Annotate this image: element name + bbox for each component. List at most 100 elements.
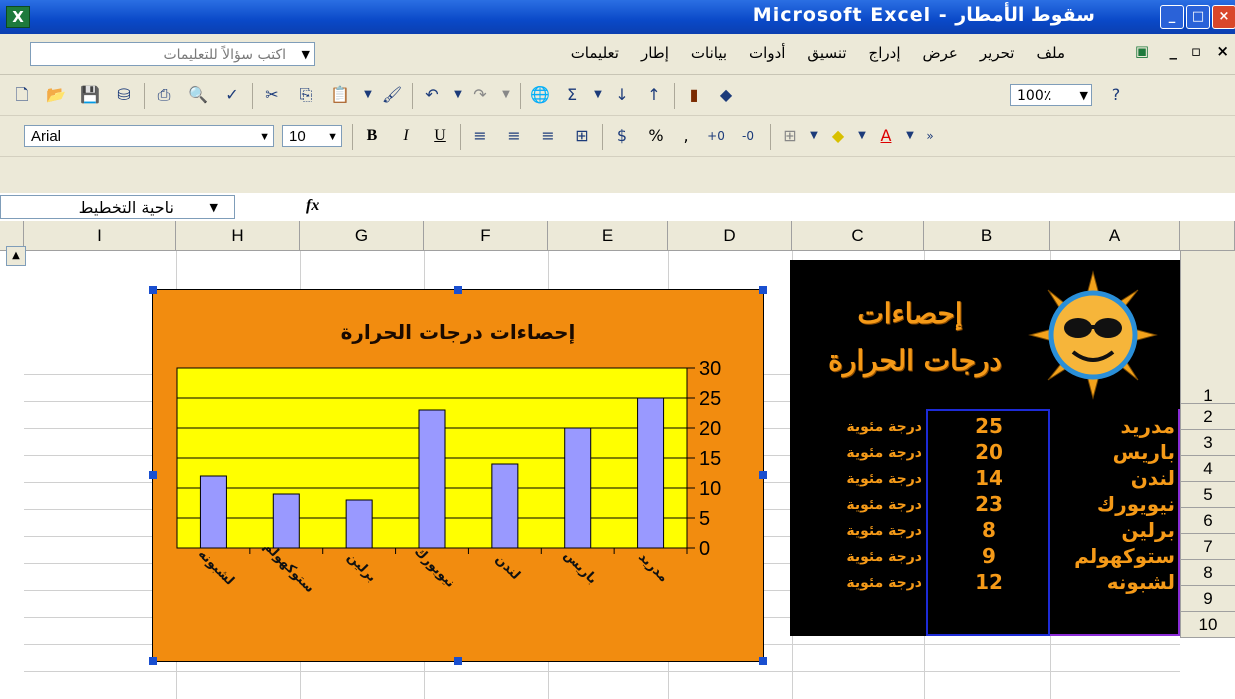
column-header-h[interactable]: H — [176, 221, 300, 251]
menu-edit[interactable]: تحرير — [980, 44, 1015, 62]
resize-handle[interactable] — [759, 471, 767, 479]
merge-center-icon[interactable]: ⊞ — [570, 125, 594, 147]
save-icon[interactable]: 💾 — [78, 84, 102, 106]
resize-handle[interactable] — [454, 286, 462, 294]
scroll-up-button[interactable]: ▲ — [6, 246, 26, 266]
fill-color-icon[interactable]: ◆ — [826, 125, 850, 147]
menu-view[interactable]: عرض — [923, 44, 958, 62]
doc-close-icon[interactable]: × — [1216, 42, 1229, 60]
row-header-9[interactable]: 9 — [1180, 586, 1235, 612]
chevron-down-icon[interactable]: ▼ — [446, 84, 470, 106]
function-icon[interactable]: fx — [306, 197, 319, 215]
italic-icon[interactable]: I — [394, 125, 418, 147]
row-header-10[interactable]: 10 — [1180, 612, 1235, 638]
chevron-down-icon[interactable]: ▼ — [302, 43, 310, 67]
sort-ascending-icon[interactable]: ↓ — [610, 84, 634, 106]
undo-icon[interactable]: ↶ — [420, 84, 444, 106]
column-header-b[interactable]: B — [924, 221, 1050, 251]
unit-cell[interactable]: درجة مئوية — [796, 523, 922, 539]
chevron-down-icon[interactable]: ▼ — [850, 125, 874, 147]
autosum-icon[interactable]: Σ — [560, 84, 584, 106]
row-header-7[interactable]: 7 — [1180, 534, 1235, 560]
minimize-button[interactable]: _ — [1160, 5, 1184, 29]
resize-handle[interactable] — [149, 471, 157, 479]
menu-data[interactable]: بيانات — [691, 44, 727, 62]
embedded-chart[interactable]: إحصاءات درجات الحرارة 0 5 10 15 20 25 30 لشبونه… — [149, 286, 767, 665]
close-button[interactable]: × — [1212, 5, 1235, 29]
menu-help[interactable]: تعليمات — [571, 44, 619, 62]
menu-tools[interactable]: أدوات — [749, 44, 785, 62]
permission-icon[interactable]: ⛁ — [112, 84, 136, 106]
name-box[interactable]: ناحية التخطيط ▼ — [0, 195, 235, 219]
help-icon[interactable]: ? — [1104, 84, 1128, 106]
resize-handle[interactable] — [149, 286, 157, 294]
open-folder-icon[interactable]: 📂 — [44, 84, 68, 106]
chart-wizard-icon[interactable]: ▮ — [682, 84, 706, 106]
unit-cell[interactable]: درجة مئوية — [796, 419, 922, 435]
column-header-f[interactable]: F — [424, 221, 548, 251]
row-header-8[interactable]: 8 — [1180, 560, 1235, 586]
toolbar-options-icon[interactable]: » — [918, 125, 942, 147]
align-right-icon[interactable]: ≡ — [536, 125, 560, 147]
align-center-icon[interactable]: ≡ — [502, 125, 526, 147]
column-header-i[interactable]: I — [24, 221, 176, 251]
sort-descending-icon[interactable]: ↑ — [642, 84, 666, 106]
menu-file[interactable]: ملف — [1036, 44, 1065, 62]
doc-minimize-icon[interactable]: _ — [1170, 42, 1178, 60]
unit-cell[interactable]: درجة مئوية — [796, 471, 922, 487]
unit-cell[interactable]: درجة مئوية — [796, 549, 922, 565]
borders-icon[interactable]: ⊞ — [778, 125, 802, 147]
unit-cell[interactable]: درجة مئوية — [796, 575, 922, 591]
font-size-select[interactable]: 10 ▼ — [282, 125, 342, 147]
cut-icon[interactable]: ✂ — [260, 84, 284, 106]
column-header-c[interactable]: C — [792, 221, 924, 251]
unit-cell[interactable]: درجة مئوية — [796, 497, 922, 513]
row-header-6[interactable]: 6 — [1180, 508, 1235, 534]
format-painter-icon[interactable]: 🖌 — [380, 84, 404, 106]
decrease-decimal-icon[interactable]: -0 — [736, 125, 760, 147]
chevron-down-icon[interactable]: ▼ — [802, 125, 826, 147]
resize-handle[interactable] — [759, 657, 767, 665]
resize-handle[interactable] — [759, 286, 767, 294]
font-color-icon[interactable]: A — [874, 125, 898, 147]
row-header-3[interactable]: 3 — [1180, 430, 1235, 456]
resize-handle[interactable] — [149, 657, 157, 665]
hyperlink-icon[interactable]: 🌐 — [528, 84, 552, 106]
resize-handle[interactable] — [454, 657, 462, 665]
print-preview-icon[interactable]: 🔍 — [186, 84, 210, 106]
chevron-down-icon[interactable]: ▼ — [259, 126, 270, 148]
maximize-button[interactable]: □ — [1186, 5, 1210, 29]
new-document-icon[interactable]: 🗋 — [10, 84, 34, 106]
underline-icon[interactable]: U — [428, 125, 452, 147]
column-header-g[interactable]: G — [300, 221, 424, 251]
zoom-select[interactable]: 100٪ ▼ — [1010, 84, 1092, 106]
increase-decimal-icon[interactable]: +0 — [704, 125, 728, 147]
print-icon[interactable]: ⎙ — [152, 84, 176, 106]
currency-icon[interactable]: $ — [610, 125, 634, 147]
menu-window[interactable]: إطار — [641, 44, 669, 62]
copy-icon[interactable]: ⎘ — [294, 84, 318, 106]
chevron-down-icon[interactable]: ▼ — [327, 126, 338, 148]
excel-app-icon[interactable]: X — [6, 6, 30, 28]
row-header-1[interactable]: 1 — [1180, 251, 1235, 405]
row-header-5[interactable]: 5 — [1180, 482, 1235, 508]
column-header-e[interactable]: E — [548, 221, 668, 251]
font-select[interactable]: Arial ▼ — [24, 125, 274, 147]
align-left-icon[interactable]: ≡ — [468, 125, 492, 147]
chevron-down-icon[interactable]: ▼ — [494, 84, 518, 106]
redo-icon[interactable]: ↷ — [468, 84, 492, 106]
bold-icon[interactable]: B — [360, 125, 384, 147]
chevron-down-icon[interactable]: ▼ — [1080, 85, 1088, 107]
doc-restore-icon[interactable]: ▫ — [1191, 42, 1201, 60]
unit-cell[interactable]: درجة مئوية — [796, 445, 922, 461]
paste-icon[interactable]: 📋 — [328, 84, 352, 106]
menu-format[interactable]: تنسيق — [807, 44, 846, 62]
column-header-d[interactable]: D — [668, 221, 792, 251]
row-header-4[interactable]: 4 — [1180, 456, 1235, 482]
help-question-box[interactable]: اكتب سؤالاً للتعليمات ▼ — [30, 42, 315, 66]
percent-icon[interactable]: % — [644, 125, 668, 147]
comma-style-icon[interactable]: , — [674, 125, 698, 147]
drawing-icon[interactable]: ◆ — [714, 84, 738, 106]
chevron-down-icon[interactable]: ▼ — [586, 84, 610, 106]
chevron-down-icon[interactable]: ▼ — [210, 196, 218, 220]
